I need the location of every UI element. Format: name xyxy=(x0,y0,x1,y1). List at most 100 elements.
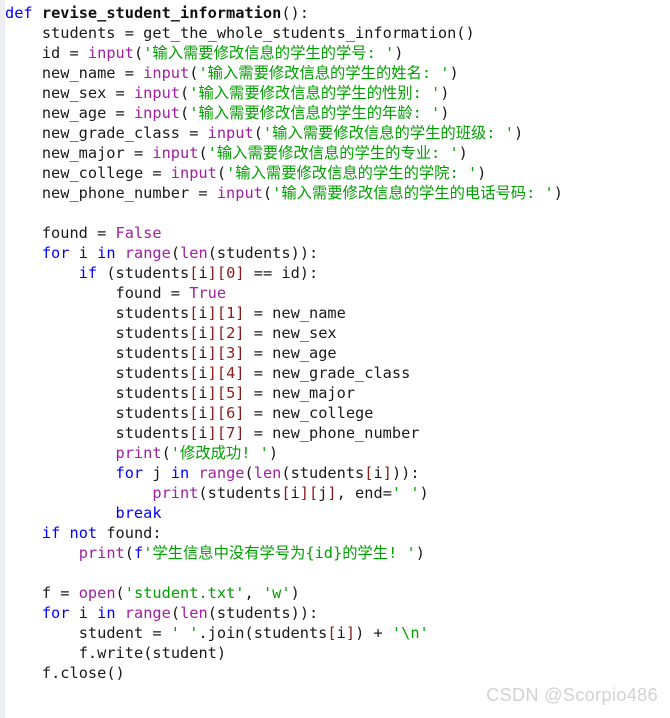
code-line-25: break xyxy=(5,503,670,523)
bracket-open: [ xyxy=(216,264,227,282)
bracket-close: ] xyxy=(207,304,217,322)
method-join: join xyxy=(207,624,245,642)
join-separator: ' ' xyxy=(170,624,199,642)
code-line-26: if not found: xyxy=(41,524,162,542)
code-line-22: print('修改成功! ') xyxy=(115,444,279,462)
code-line-8: new_major = input('输入需要修改信息的学生的专业: ') xyxy=(41,144,468,162)
output-file-name: student.txt xyxy=(133,584,236,602)
var-students: students xyxy=(115,404,190,422)
bracket-close: ] xyxy=(299,484,309,502)
prompt-string-sex: 输入需要修改信息的学生的性别: xyxy=(198,84,432,102)
builtin-input: input xyxy=(152,144,199,162)
builtin-print: print xyxy=(152,484,199,502)
bracket-open: [ xyxy=(216,384,227,402)
code-line-11: found = False xyxy=(41,224,162,242)
code-line-3: id = input('输入需要修改信息的学生的学号: ') xyxy=(41,44,404,62)
code-line-20: students[i][6] = new_college xyxy=(115,404,374,422)
var-i: i xyxy=(78,604,88,622)
index-7: 7 xyxy=(226,424,236,442)
bracket-close: ] xyxy=(235,344,245,362)
code-line-21: students[i][7] = new_phone_number xyxy=(115,424,420,442)
bracket-open: [ xyxy=(308,484,319,502)
builtin-len: len xyxy=(253,464,282,482)
var-i: i xyxy=(198,324,208,342)
code-line-29: for i in range(len(students)): xyxy=(41,604,319,622)
bracket-close: ] xyxy=(207,364,217,382)
code-line-30: student = ' '.join(students[i]) + '\n' xyxy=(78,624,429,642)
builtin-input: input xyxy=(87,44,134,62)
code-line-31: f.write(student) xyxy=(78,644,227,662)
code-screenshot: def revise_student_information(): studen… xyxy=(0,0,670,718)
bracket-close: ] xyxy=(207,264,217,282)
code-line-18: students[i][4] = new_grade_class xyxy=(115,364,411,382)
bracket-close: ] xyxy=(207,384,217,402)
keyword-def: def xyxy=(5,4,33,22)
code-line-32: f.close() xyxy=(41,664,125,682)
code-line-13: if (students[i][0] == id): xyxy=(78,264,319,282)
prompt-string-college: 输入需要修改信息的学生的学院: xyxy=(235,164,468,182)
code-line-14: found = True xyxy=(115,284,227,302)
bracket-open: [ xyxy=(216,404,227,422)
constant-true: True xyxy=(189,284,227,302)
var-students: students xyxy=(115,344,190,362)
var-i: i xyxy=(373,464,383,482)
bracket-close: ] xyxy=(235,424,245,442)
var-new-college: new_college xyxy=(41,164,144,182)
var-students: students xyxy=(115,384,190,402)
var-students: students xyxy=(253,624,328,642)
fstring-prefix: f xyxy=(133,544,144,562)
builtin-print: print xyxy=(78,544,125,562)
code-line-1: def revise_student_information(): xyxy=(5,4,309,22)
code-line-blank-2 xyxy=(5,563,670,583)
prompt-string-age: 输入需要修改信息的学生的年龄: xyxy=(198,104,432,122)
var-new-age: new_age xyxy=(272,344,337,362)
bracket-close: ] xyxy=(235,364,245,382)
var-students: students xyxy=(41,24,116,42)
keyword-not: not xyxy=(69,524,98,542)
var-i: i xyxy=(198,424,208,442)
index-6: 6 xyxy=(226,404,236,422)
var-new-name: new_name xyxy=(272,304,346,322)
index-3: 3 xyxy=(226,344,236,362)
var-new-sex: new_sex xyxy=(41,84,107,102)
code-line-6: new_age = input('输入需要修改信息的学生的年龄: ') xyxy=(41,104,450,122)
bracket-open: [ xyxy=(216,324,227,342)
code-line-10: new_phone_number = input('输入需要修改信息的学生的电话… xyxy=(41,184,563,202)
var-students: students xyxy=(216,244,291,262)
var-students: students xyxy=(115,364,190,382)
method-write: write xyxy=(97,644,144,662)
code-line-27: print(f'学生信息中没有学号为{id}的学生! ') xyxy=(78,544,425,562)
var-student: student xyxy=(152,644,217,662)
var-new-phone-number: new_phone_number xyxy=(272,424,420,442)
bracket-close: ] xyxy=(235,324,245,342)
builtin-input: input xyxy=(143,64,190,82)
code-line-23: for j in range(len(students[i])): xyxy=(115,464,420,482)
builtin-open: open xyxy=(78,584,116,602)
builtin-input: input xyxy=(170,164,217,182)
bracket-open: [ xyxy=(216,344,227,362)
call-get-whole-students: get_the_whole_students_information xyxy=(143,24,457,42)
var-f: f xyxy=(41,584,52,602)
var-id: id xyxy=(281,264,300,282)
var-new-major: new_major xyxy=(41,144,125,162)
keyword-in: in xyxy=(97,244,116,262)
code-line-5: new_sex = input('输入需要修改信息的学生的性别: ') xyxy=(41,84,450,102)
var-new-phone-number: new_phone_number xyxy=(41,184,190,202)
bracket-close: ] xyxy=(235,404,245,422)
bracket-close: ] xyxy=(345,624,356,642)
keyword-for: for xyxy=(41,244,70,262)
bracket-close: ] xyxy=(235,304,245,322)
code-line-7: new_grade_class = input('输入需要修改信息的学生的班级:… xyxy=(41,124,524,142)
var-new-name: new_name xyxy=(41,64,116,82)
index-5: 5 xyxy=(226,384,236,402)
file-mode: w xyxy=(272,584,282,602)
bracket-open: [ xyxy=(364,464,374,482)
prompt-string-major: 输入需要修改信息的学生的专业: xyxy=(216,144,450,162)
code-line-16: students[i][2] = new_sex xyxy=(115,324,337,342)
bracket-close: ] xyxy=(207,324,217,342)
code-line-blank-1 xyxy=(5,203,670,223)
var-j: j xyxy=(152,464,162,482)
index-4: 4 xyxy=(226,364,236,382)
keyword-if: if xyxy=(78,264,98,282)
builtin-range: range xyxy=(124,604,171,622)
